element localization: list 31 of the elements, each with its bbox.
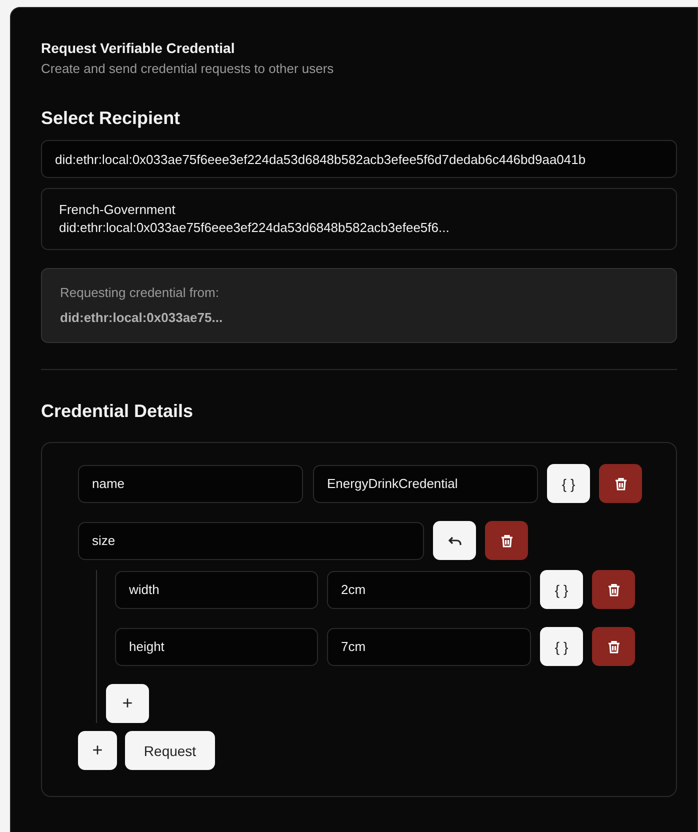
trash-icon	[614, 476, 628, 490]
key-input-field[interactable]: width	[115, 570, 318, 608]
section-heading: Select Recipient	[41, 108, 182, 129]
recipient-input-field[interactable]: did:ethr:local:0x033ae75f6eee3ef224da53d6848b582acb3efee5f6d7dedab6c446bd9aa041b	[41, 140, 677, 178]
trash-icon	[606, 582, 620, 596]
trash-icon	[606, 640, 620, 654]
object-toggle-button[interactable]: { }	[547, 464, 590, 503]
key-input-field[interactable]: height	[115, 628, 318, 666]
object-toggle-button[interactable]: { }	[540, 627, 583, 666]
value-input-field[interactable]: 2cm	[327, 570, 531, 608]
add-field-button[interactable]: +	[106, 684, 149, 723]
delete-button[interactable]	[592, 627, 635, 666]
delete-button[interactable]	[599, 464, 642, 503]
info-label: Requesting credential from:	[60, 284, 220, 302]
value-input-field[interactable]: EnergyDrinkCredential	[313, 464, 538, 502]
key-input-field[interactable]: name	[78, 464, 303, 502]
recipient-option[interactable]: French-Government did:ethr:local:0x033ae75f6eee3ef224da53d6848b582acb3efee5f6...	[41, 188, 677, 250]
request-button[interactable]: Request	[125, 731, 215, 770]
trash-icon	[500, 534, 514, 548]
value-input-field[interactable]: 7cm	[327, 628, 531, 666]
delete-button[interactable]	[592, 570, 635, 609]
section-heading: Credential Details	[41, 401, 194, 422]
card-title: Request Verifiable Credential	[41, 40, 236, 56]
undo-icon	[448, 534, 462, 546]
delete-button[interactable]	[485, 521, 528, 560]
undo-button[interactable]	[433, 521, 476, 560]
key-input-field[interactable]: size	[78, 522, 424, 560]
add-field-button[interactable]: +	[78, 731, 117, 770]
card-subtitle: Create and send credential requests to other users	[41, 61, 335, 76]
object-toggle-button[interactable]: { }	[540, 570, 583, 609]
info-value: did:ethr:local:0x033ae75...	[60, 309, 224, 327]
